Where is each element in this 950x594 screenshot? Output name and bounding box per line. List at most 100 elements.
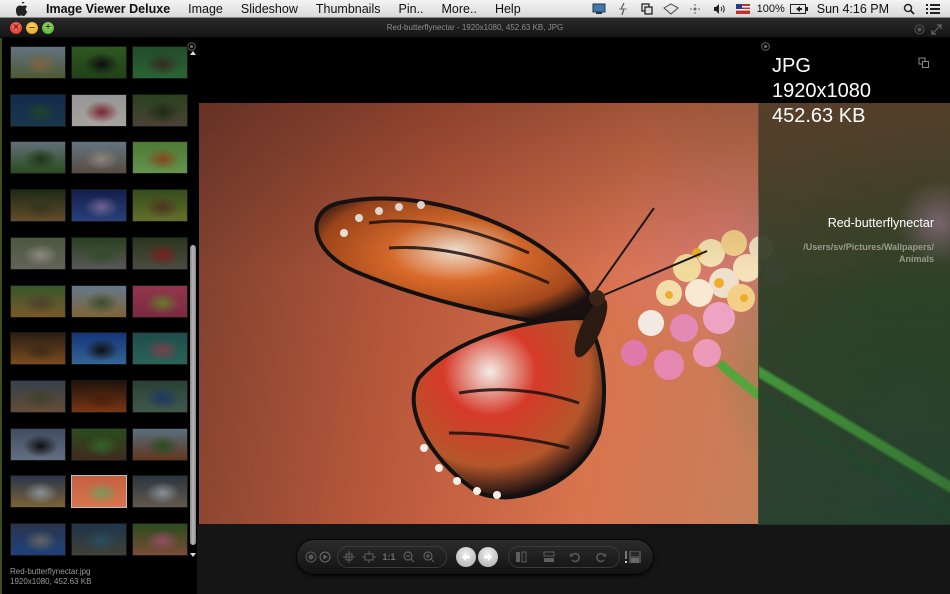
thumbnail-fiery-bird[interactable] <box>71 380 127 413</box>
window-title: Red-butterflynectar - 1920x1080, 452.63 … <box>386 23 564 32</box>
image-info-panel: JPG 1920x1080 452.63 KB Red-butterflynec… <box>758 38 950 525</box>
thumbnail-snow-leopard[interactable] <box>132 475 188 508</box>
thumbnail-jellyfish[interactable] <box>71 189 127 222</box>
thumbnail-koala[interactable] <box>10 237 66 270</box>
thumbnail-penguin[interactable] <box>10 428 66 461</box>
thumbnail-butterfly-on-grass[interactable] <box>132 332 188 365</box>
volume-icon[interactable] <box>708 0 730 18</box>
thumbnail-lioness[interactable] <box>71 285 127 318</box>
split-horizontal-icon <box>543 551 555 562</box>
scroll-up-arrow-icon[interactable] <box>190 51 196 55</box>
caption-filename: Red-butterflynectar.jpg <box>10 567 91 576</box>
battery-percent: 100% <box>756 2 785 15</box>
thumbnail-sidebar: Red-butterflynectar.jpg 1920x1080, 452.6… <box>0 38 197 594</box>
thumbnail-horse[interactable] <box>132 428 188 461</box>
scroll-down-arrow-icon[interactable] <box>190 553 196 557</box>
zoom-out-button[interactable] <box>399 547 419 567</box>
window-title-bar: × – + Red-butterflynectar - 1920x1080, 4… <box>0 18 950 38</box>
thumbnail-orange-butterfly[interactable] <box>132 141 188 174</box>
thumbnail-leopard-portrait[interactable] <box>10 285 66 318</box>
thumbnail-leopard-resting[interactable] <box>10 189 66 222</box>
caption-details: 1920x1080, 452.63 KB <box>10 577 92 586</box>
thumbnail-red-butterfly-nectar[interactable] <box>71 475 127 508</box>
menu-more[interactable]: More.. <box>433 0 486 18</box>
arrow-left-icon <box>462 553 470 561</box>
thumbnail-dog-in-snow[interactable] <box>10 475 66 508</box>
rotate-right-icon <box>596 552 606 563</box>
fullscreen-arrows-icon <box>931 24 942 35</box>
menu-bar: Image Viewer Deluxe Image Slideshow Thum… <box>0 0 950 18</box>
finder-icon[interactable] <box>612 0 634 18</box>
display-icon[interactable] <box>588 0 610 18</box>
next-image-button[interactable] <box>478 547 498 567</box>
actual-size-button[interactable]: 1:1 <box>379 547 399 567</box>
info-resolution: 1920x1080 <box>772 80 871 102</box>
menu-slideshow[interactable]: Slideshow <box>232 0 307 18</box>
thumbnail-cat-with-cap[interactable] <box>10 523 66 556</box>
thumbnail-bee-eater-bird[interactable] <box>132 189 188 222</box>
thumbnail-meerkats[interactable] <box>71 141 127 174</box>
rotate-right-button[interactable] <box>591 547 611 567</box>
viewer-toolbar: 1:1 <box>297 540 653 574</box>
zoom-in-button[interactable] <box>419 547 439 567</box>
thumbnail-ladybugs[interactable] <box>132 237 188 270</box>
thumbnail-manta-ray[interactable] <box>71 332 127 365</box>
split-horizontal-button[interactable] <box>539 547 559 567</box>
info-file-type: JPG <box>772 55 811 77</box>
thumbnail-coral-reef[interactable] <box>71 523 127 556</box>
menu-image[interactable]: Image <box>179 0 232 18</box>
thumbnail-puppy-in-blanket[interactable] <box>71 94 127 127</box>
selected-thumbnail-caption: Red-butterflynectar.jpg 1920x1080, 452.6… <box>10 567 91 587</box>
menu-help[interactable]: Help <box>486 0 530 18</box>
thumbnail-sea-turtle[interactable] <box>10 94 66 127</box>
input-source-flag-icon[interactable] <box>732 0 754 18</box>
info-file-name: Red-butterflynectar <box>827 216 934 230</box>
rotate-left-button[interactable] <box>565 547 585 567</box>
thumbnail-green-lizard[interactable] <box>132 46 188 79</box>
play-slideshow-button[interactable] <box>315 547 335 567</box>
arrow-right-icon <box>484 553 492 561</box>
circle-dot-icon <box>187 42 196 51</box>
notification-center-icon[interactable] <box>922 0 944 18</box>
circle-dot-icon <box>761 42 770 51</box>
save-disk-icon <box>625 551 641 563</box>
info-panel-body <box>758 103 950 525</box>
fit-width-button[interactable] <box>359 547 379 567</box>
zoom-in-icon <box>423 551 435 563</box>
thumbnail-deer[interactable] <box>10 380 66 413</box>
menubar-clock[interactable]: Sun 4:16 PM <box>811 2 897 16</box>
thumbnail-fawns-in-grass[interactable] <box>132 523 188 556</box>
copy-info-button[interactable] <box>918 56 930 74</box>
fit-window-icon <box>343 551 355 563</box>
thumbnail-giraffe[interactable] <box>10 46 66 79</box>
info-file-path[interactable]: /Users/sv/Pictures/Wallpapers/ Animals <box>774 241 934 265</box>
split-vertical-icon <box>516 551 527 563</box>
bluetooth-icon[interactable] <box>684 0 706 18</box>
spotlight-search-icon[interactable] <box>898 0 920 18</box>
thumbnail-peacock[interactable] <box>132 380 188 413</box>
window-switch-icon[interactable] <box>636 0 658 18</box>
split-vertical-button[interactable] <box>511 547 531 567</box>
sidebar-scrollbar-thumb[interactable] <box>190 245 196 545</box>
menu-pin[interactable]: Pin.. <box>390 0 433 18</box>
menu-app-name[interactable]: Image Viewer Deluxe <box>40 0 179 18</box>
rotate-left-icon <box>570 552 580 563</box>
fit-to-window-button[interactable] <box>339 547 359 567</box>
play-icon <box>319 551 331 563</box>
thumbnail-lion[interactable] <box>10 332 66 365</box>
wifi-icon[interactable] <box>660 0 682 18</box>
thumbnail-gecko[interactable] <box>132 285 188 318</box>
thumbnail-turkey[interactable] <box>71 428 127 461</box>
battery-icon[interactable] <box>788 0 810 18</box>
previous-image-button[interactable] <box>456 547 476 567</box>
stem-overlay <box>759 343 950 518</box>
save-button[interactable] <box>623 547 643 567</box>
thumbnail-butterfly-on-leaf[interactable] <box>71 46 127 79</box>
thumbnail-horses-in-field[interactable] <box>10 141 66 174</box>
menu-thumbnails[interactable]: Thumbnails <box>307 0 390 18</box>
zoom-out-icon <box>403 551 415 563</box>
info-close-button[interactable] <box>761 38 770 56</box>
thumbnail-elephants[interactable] <box>71 237 127 270</box>
apple-menu-icon[interactable] <box>14 1 30 16</box>
thumbnail-hedgehog[interactable] <box>132 94 188 127</box>
